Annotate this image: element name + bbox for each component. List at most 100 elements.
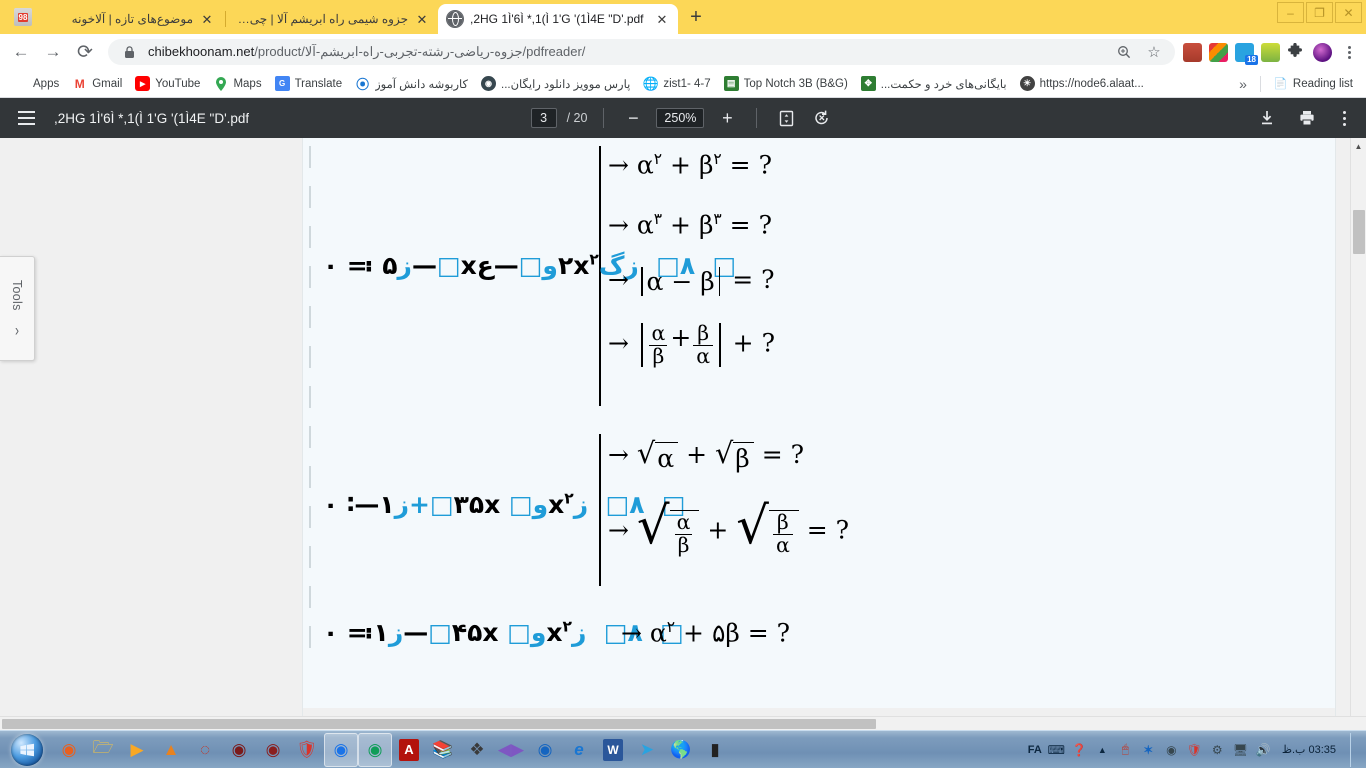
mouse-icon[interactable]: 🖱 — [1117, 741, 1134, 758]
rotate-ccw-icon[interactable] — [809, 105, 835, 131]
app-taskbar-icon[interactable]: ❖ — [460, 733, 494, 767]
zoom-level-value[interactable]: 250% — [656, 108, 705, 128]
bookmark-parsmovies[interactable]: ◉ پارس موویز دانلود رایگان... — [476, 73, 635, 94]
user-avatar-icon[interactable] — [1313, 42, 1332, 62]
zoom-in-icon[interactable] — [1113, 41, 1135, 63]
film-reel-icon: ◉ — [481, 76, 496, 91]
download-icon[interactable] — [1254, 105, 1280, 131]
hamburger-menu-icon[interactable] — [12, 104, 40, 132]
tools-panel-toggle[interactable]: Tools › — [0, 256, 35, 361]
zoom-in-button[interactable]: + — [714, 105, 740, 131]
browser-tab-3-close-icon[interactable]: ✕ — [655, 13, 669, 26]
clock[interactable]: 03:35 ب.ظ — [1278, 744, 1340, 756]
media-player-taskbar-icon[interactable]: ▶ — [120, 733, 154, 767]
bookmark-translate[interactable]: G Translate — [270, 73, 348, 94]
help-icon[interactable]: ❓ — [1071, 741, 1088, 758]
chrome-taskbar-icon[interactable]: ◉ — [324, 732, 358, 767]
new-tab-button[interactable]: + — [682, 3, 710, 31]
page-number-input[interactable]: 3 — [530, 108, 557, 128]
globe-app-taskbar-icon[interactable]: 🌎 — [664, 733, 698, 767]
wmp-taskbar-icon[interactable]: ◉ — [528, 733, 562, 767]
firefox-taskbar-icon[interactable]: ◉ — [52, 733, 86, 767]
windows-logo-icon — [11, 733, 43, 766]
webcam-icon[interactable]: ◉ — [1163, 741, 1180, 758]
start-button[interactable] — [2, 732, 52, 768]
file-explorer-taskbar-icon[interactable]: 🗁 — [86, 733, 120, 767]
feather-icon: ✥ — [860, 76, 876, 91]
vertical-scrollbar-thumb[interactable] — [1353, 210, 1365, 254]
close-window-button[interactable]: ✕ — [1335, 2, 1362, 23]
bookmark-apps[interactable]: Apps — [8, 73, 64, 94]
show-desktop-button[interactable] — [1350, 732, 1360, 767]
shield-taskbar-icon[interactable]: 🛡 — [290, 733, 324, 767]
print-icon[interactable] — [1294, 105, 1320, 131]
more-vertical-icon[interactable] — [1334, 110, 1354, 126]
show-hidden-icons-icon[interactable]: ▲ — [1094, 741, 1111, 758]
download-manager-extension-icon[interactable]: 18 — [1235, 42, 1258, 65]
idm-taskbar-icon[interactable]: ◉ — [222, 733, 256, 767]
horizontal-scrollbar-thumb[interactable] — [2, 719, 876, 729]
acrobat-taskbar-icon[interactable]: A — [399, 738, 419, 761]
browser-tab-strip: 98 موضوع‌های تازه | آلاخونه ✕ جزوه شیمی … — [0, 0, 1366, 34]
green-extension-icon[interactable] — [1261, 42, 1280, 62]
bookmarks-separator — [1259, 75, 1261, 92]
forward-button[interactable]: → — [38, 37, 68, 67]
record-taskbar-icon[interactable]: ◉ — [256, 733, 290, 767]
bookmark-topnotch[interactable]: ▤ Top Notch 3B (B&G) — [719, 73, 853, 94]
zoom-out-button[interactable]: − — [620, 105, 646, 131]
fit-page-icon[interactable] — [773, 105, 799, 131]
bookmark-node6[interactable]: ☀ https://node6.alaat... — [1015, 73, 1149, 94]
opera-taskbar-icon[interactable]: ◌ — [188, 733, 222, 767]
bookmark-gmail[interactable]: M Gmail — [67, 73, 127, 94]
browser-tab-1[interactable]: موضوع‌های تازه | آلاخونه ✕ — [38, 4, 223, 34]
scroll-up-button[interactable]: ▲ — [1351, 138, 1366, 154]
bluetooth-icon[interactable]: ✶ — [1140, 741, 1157, 758]
pdf-viewer[interactable]: □ ٨□ زگ۲x۲و□—عx□—ز۵ ≔ ۰ → α۲ + β۲ = ? → … — [0, 138, 1366, 730]
safely-remove-hardware-icon[interactable]: ⚙ — [1209, 741, 1226, 758]
vertical-scrollbar[interactable]: ▲ — [1350, 138, 1366, 730]
puzzle-extensions-icon[interactable] — [1287, 42, 1306, 62]
browser-tab-2-close-icon[interactable]: ✕ — [415, 13, 429, 26]
bookmark-star-icon[interactable]: ☆ — [1143, 41, 1165, 63]
chevron-right-icon: › — [15, 320, 19, 340]
browser-tab-1-close-icon[interactable]: ✕ — [200, 13, 214, 26]
volume-icon[interactable]: 🔊 — [1255, 741, 1272, 758]
keyboard-icon[interactable]: ⌨ — [1048, 741, 1065, 758]
reload-button[interactable]: ⟳ — [70, 37, 100, 67]
chrome-canary-taskbar-icon[interactable]: ◉ — [358, 732, 392, 767]
browser-tab-3[interactable]: ,2HG 1Ì'6Ì *,1(Ì 1'G '(1Ì4E "D'.pdf ✕ — [438, 4, 678, 34]
network-icon[interactable]: 🖥 — [1232, 741, 1249, 758]
dictionary-extension-icon[interactable] — [1183, 42, 1202, 62]
word-taskbar-icon[interactable]: W — [603, 738, 623, 761]
three-dot-menu-icon[interactable] — [1338, 45, 1360, 59]
back-button[interactable]: ← — [6, 37, 36, 67]
telegram-taskbar-icon[interactable]: ➤ — [630, 733, 664, 767]
browser-tab-2[interactable]: جزوه شیمی راه ابریشم آلا | چی بخونم ✕ — [228, 4, 438, 34]
address-bar[interactable]: chibekhoonam.net/product/جزوه-ریاضی-رشته… — [108, 39, 1175, 65]
bookmark-maps[interactable]: Maps — [208, 73, 266, 94]
lock-icon — [118, 41, 140, 63]
bookmark-baygani[interactable]: ✥ بایگانی‌های خرد و حکمت... — [856, 73, 1012, 94]
vlc-taskbar-icon[interactable]: ▲ — [154, 733, 188, 767]
maximize-button[interactable]: ❐ — [1306, 2, 1333, 23]
block-1-question-1: → α۲ + β۲ = ? — [608, 150, 772, 180]
bookmark-karbooshe[interactable]: ⦿ کاربوشه دانش آموز — [350, 73, 473, 94]
horizontal-scrollbar[interactable] — [0, 716, 1366, 730]
minimize-button[interactable]: – — [1277, 2, 1304, 23]
internet-explorer-taskbar-icon[interactable]: e — [562, 733, 596, 767]
colorpalette-extension-icon[interactable] — [1209, 42, 1228, 62]
bookmark-zist1[interactable]: 🌐 zist1- 4-7 — [638, 73, 715, 94]
security-shield-icon[interactable]: 🛡 — [1186, 741, 1203, 758]
globe-dark-icon: ☀ — [1019, 76, 1035, 91]
language-indicator[interactable]: FA — [1028, 744, 1042, 756]
url-path-suffix: /pdfreader/ — [522, 44, 586, 59]
bookmark-youtube[interactable]: ▶ YouTube — [130, 73, 205, 94]
browser-tab-1-label: موضوع‌های تازه | آلاخونه — [71, 12, 193, 26]
books-taskbar-icon[interactable]: 📚 — [426, 733, 460, 767]
download-count-badge: 18 — [1245, 54, 1258, 65]
usb-taskbar-icon[interactable]: ▮ — [698, 733, 732, 767]
potplayer-taskbar-icon[interactable]: ◀▶ — [494, 733, 528, 767]
block-3-question-1: → α۲ + ۵β = ? — [621, 618, 791, 648]
reading-list-button[interactable]: 📄 Reading list — [1268, 73, 1358, 94]
bookmarks-overflow-button[interactable]: » — [1233, 76, 1253, 92]
